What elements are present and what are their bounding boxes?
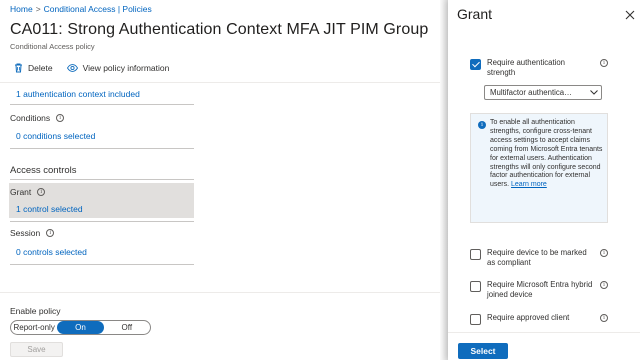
info-icon[interactable]: i [37, 188, 46, 196]
session-link[interactable]: 0 controls selected [16, 247, 87, 257]
info-icon[interactable]: i [600, 59, 608, 67]
info-icon[interactable]: i [600, 314, 608, 322]
close-icon[interactable] [625, 10, 635, 20]
panel-content[interactable]: Require authentication strength i Multif… [448, 32, 640, 332]
session-label: Session i [10, 228, 55, 238]
footer-divider [0, 292, 440, 293]
toolbar-divider [0, 82, 440, 83]
conditions-text: Conditions [10, 113, 51, 123]
panel-footer: Select [448, 332, 640, 360]
auth-strength-dropdown[interactable]: Multifactor authentica… [484, 85, 602, 100]
require-approved-client-checkbox[interactable] [470, 314, 481, 325]
section-divider [10, 221, 194, 222]
delete-label: Delete [28, 63, 53, 73]
page-subtitle: Conditional Access policy [10, 42, 95, 51]
require-hybrid-option: Require Microsoft Entra hybrid joined de… [470, 280, 620, 300]
info-icon[interactable]: i [600, 249, 608, 257]
select-button[interactable]: Select [458, 343, 508, 359]
breadcrumb-separator: > [35, 4, 41, 14]
view-policy-info-label: View policy information [82, 63, 170, 73]
section-divider [10, 264, 194, 265]
eye-icon [66, 64, 78, 72]
conditions-label: Conditions i [10, 113, 65, 123]
require-hybrid-checkbox[interactable] [470, 281, 481, 292]
enable-policy-toggle: Report-only On Off [10, 320, 151, 335]
grant-link[interactable]: 1 control selected [16, 204, 83, 214]
toolbar: Delete View policy information [14, 63, 183, 73]
info-icon: i [478, 121, 486, 129]
require-compliant-checkbox[interactable] [470, 249, 481, 260]
auth-context-link[interactable]: 1 authentication context included [16, 89, 140, 99]
section-divider [10, 148, 194, 149]
panel-title: Grant [457, 6, 493, 22]
chevron-down-icon [587, 90, 601, 95]
policy-page: Home > Conditional Access | Policies CA011… [0, 0, 440, 360]
access-controls-divider [10, 179, 194, 180]
info-icon[interactable]: i [56, 114, 65, 122]
option-on[interactable]: On [57, 321, 104, 334]
info-message-text: To enable all authentication strengths, … [490, 119, 603, 189]
require-approved-client-label: Require approved client [487, 313, 570, 322]
require-compliant-option: Require device to be marked as compliant… [470, 248, 620, 268]
grant-text: Grant [10, 187, 32, 197]
require-auth-strength-checkbox[interactable] [470, 59, 481, 70]
info-icon[interactable]: i [600, 281, 608, 289]
require-auth-strength-label: Require authentication strength [487, 58, 566, 77]
require-approved-client-option: Require approved client i [470, 313, 620, 325]
panel-shade [440, 0, 448, 360]
info-icon[interactable]: i [46, 229, 55, 237]
grant-label: Grant i [10, 187, 46, 197]
view-policy-info-button[interactable]: View policy information [66, 63, 170, 73]
conditions-link[interactable]: 0 conditions selected [16, 131, 95, 141]
session-text: Session [10, 228, 41, 238]
auth-strength-value: Multifactor authentica… [490, 88, 572, 97]
option-off[interactable]: Off [104, 321, 150, 334]
page-title: CA011: Strong Authentication Context MFA… [10, 21, 429, 38]
breadcrumb: Home > Conditional Access | Policies [10, 4, 152, 14]
info-message-box: i To enable all authentication strengths… [470, 113, 608, 223]
info-message: To enable all authentication strengths, … [490, 119, 606, 190]
grant-section[interactable]: Grant i 1 control selected [9, 183, 194, 218]
grant-panel: Grant Require authentication strength i … [448, 0, 640, 360]
require-auth-strength-option: Require authentication strength i [470, 58, 620, 78]
trash-icon [15, 63, 22, 73]
delete-button[interactable]: Delete [14, 63, 53, 73]
enable-policy-label: Enable policy [10, 306, 61, 316]
breadcrumb-home[interactable]: Home [10, 4, 33, 14]
section-divider [10, 104, 194, 105]
require-compliant-label: Require device to be marked as compliant [487, 248, 587, 267]
save-button[interactable]: Save [10, 342, 63, 357]
breadcrumb-policies[interactable]: Conditional Access | Policies [44, 4, 152, 14]
option-report-only[interactable]: Report-only [11, 321, 57, 334]
access-controls-title: Access controls [10, 165, 77, 176]
learn-more-link[interactable]: Learn more [511, 181, 547, 188]
require-hybrid-label: Require Microsoft Entra hybrid joined de… [487, 280, 593, 299]
